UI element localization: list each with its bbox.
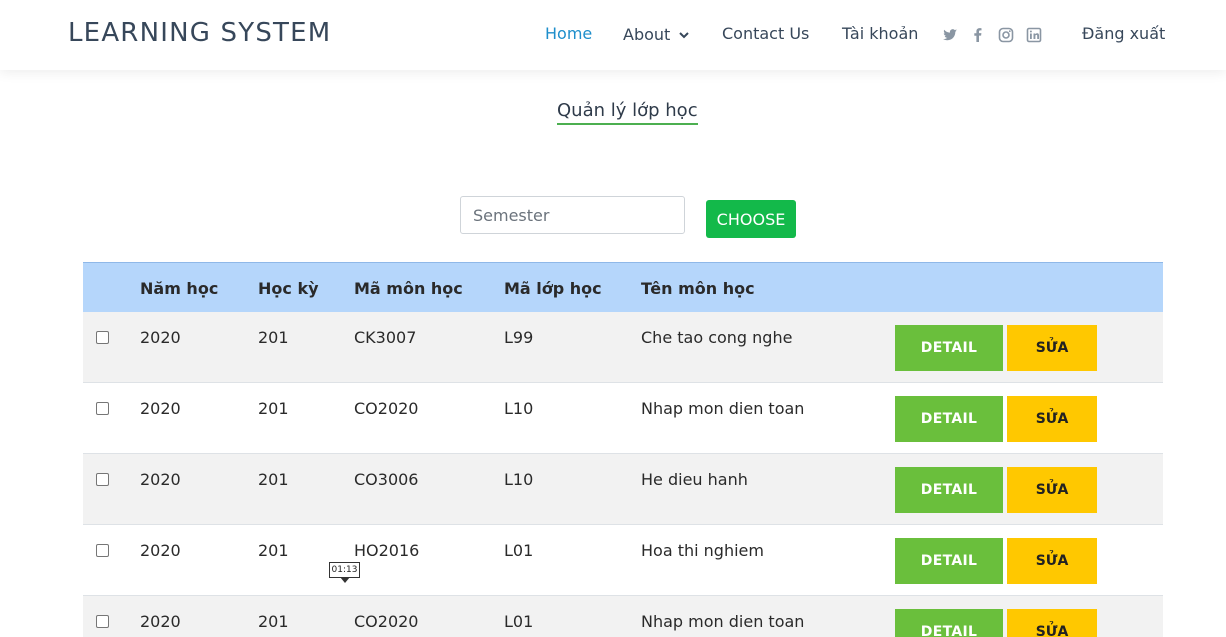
row-checkbox[interactable] [96, 331, 109, 344]
cell-course-name: Nhap mon dien toan [641, 612, 805, 631]
cell-course-code: CO3006 [354, 470, 419, 489]
header-year: Năm học [140, 279, 219, 298]
nav-contact[interactable]: Contact Us [722, 24, 809, 43]
nav-home[interactable]: Home [545, 24, 592, 43]
cell-course-code: HO2016 [354, 541, 420, 560]
table-row: 2020 201 CO2020 L01 Nhap mon dien toan D… [83, 596, 1163, 637]
linkedin-icon[interactable] [1026, 27, 1042, 43]
cell-year: 2020 [140, 399, 181, 418]
cell-year: 2020 [140, 470, 181, 489]
navbar: LEARNING SYSTEM Home About Contact Us Tà… [0, 0, 1226, 70]
header-semester: Học kỳ [258, 279, 319, 298]
cell-class-code: L01 [504, 612, 534, 631]
edit-button[interactable]: SỬA [1007, 538, 1097, 584]
instagram-icon[interactable] [998, 27, 1014, 43]
choose-button[interactable]: CHOOSE [706, 200, 796, 238]
detail-button[interactable]: DETAIL [895, 325, 1003, 371]
detail-button[interactable]: DETAIL [895, 609, 1003, 637]
row-checkbox[interactable] [96, 402, 109, 415]
page-title: Quản lý lớp học [557, 100, 698, 125]
row-checkbox[interactable] [96, 473, 109, 486]
edit-button[interactable]: SỬA [1007, 609, 1097, 637]
table-row: 2020 201 CO3006 L10 He dieu hanh DETAIL … [83, 454, 1163, 525]
time-tooltip: 01:13 [329, 562, 360, 583]
brand-logo[interactable]: LEARNING SYSTEM [68, 18, 331, 48]
cell-class-code: L01 [504, 541, 534, 560]
cell-year: 2020 [140, 612, 181, 631]
chevron-down-icon [679, 31, 690, 38]
cell-semester: 201 [258, 328, 289, 347]
detail-button[interactable]: DETAIL [895, 538, 1003, 584]
cell-class-code: L10 [504, 470, 534, 489]
edit-button[interactable]: SỬA [1007, 396, 1097, 442]
twitter-icon[interactable] [942, 27, 958, 43]
cell-semester: 201 [258, 541, 289, 560]
nav-about-label: About [623, 25, 671, 44]
cell-course-name: Nhap mon dien toan [641, 399, 805, 418]
cell-semester: 201 [258, 399, 289, 418]
semester-input[interactable] [460, 196, 685, 234]
table-row: 2020 201 HO2016 L01 Hoa thi nghiem DETAI… [83, 525, 1163, 596]
nav-logout[interactable]: Đăng xuất [1082, 24, 1165, 43]
cell-course-code: CK3007 [354, 328, 417, 347]
cell-semester: 201 [258, 612, 289, 631]
cell-course-name: He dieu hanh [641, 470, 748, 489]
detail-button[interactable]: DETAIL [895, 396, 1003, 442]
cell-class-code: L10 [504, 399, 534, 418]
class-table: Năm học Học kỳ Mã môn học Mã lớp học Tên… [83, 262, 1163, 637]
header-class-code: Mã lớp học [504, 279, 602, 298]
cell-semester: 201 [258, 470, 289, 489]
nav-about[interactable]: About [623, 25, 690, 44]
cell-course-name: Che tao cong nghe [641, 328, 793, 347]
header-course-name: Tên môn học [641, 279, 755, 298]
row-checkbox[interactable] [96, 615, 109, 628]
cell-class-code: L99 [504, 328, 534, 347]
row-checkbox[interactable] [96, 544, 109, 557]
cell-course-code: CO2020 [354, 612, 419, 631]
edit-button[interactable]: SỬA [1007, 467, 1097, 513]
table-row: 2020 201 CK3007 L99 Che tao cong nghe DE… [83, 312, 1163, 383]
facebook-icon[interactable] [970, 27, 986, 43]
table-header: Năm học Học kỳ Mã môn học Mã lớp học Tên… [83, 262, 1163, 312]
header-course-code: Mã môn học [354, 279, 463, 298]
table-row: 2020 201 CO2020 L10 Nhap mon dien toan D… [83, 383, 1163, 454]
nav-account[interactable]: Tài khoản [842, 24, 918, 43]
cell-course-name: Hoa thi nghiem [641, 541, 764, 560]
edit-button[interactable]: SỬA [1007, 325, 1097, 371]
detail-button[interactable]: DETAIL [895, 467, 1003, 513]
cell-course-code: CO2020 [354, 399, 419, 418]
cell-year: 2020 [140, 328, 181, 347]
cell-year: 2020 [140, 541, 181, 560]
